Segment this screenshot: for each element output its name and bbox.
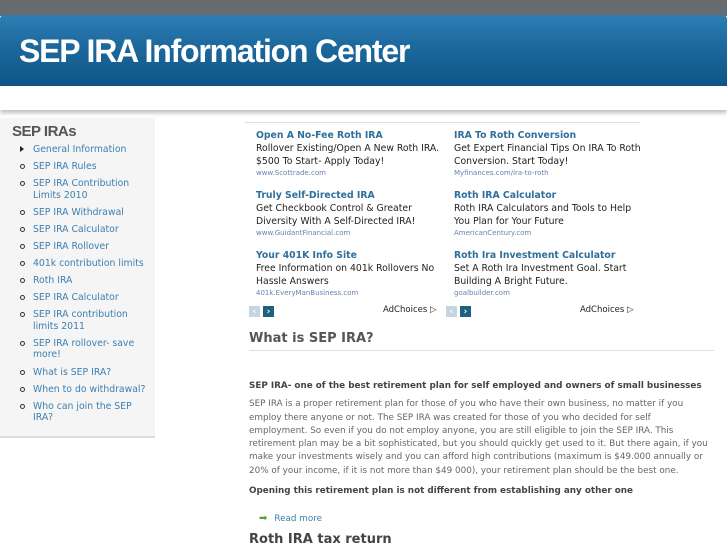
sidebar-item-label: SEP IRA Contribution Limits 2010 — [33, 178, 130, 201]
sidebar-item-label: 401k contribution limits — [33, 258, 144, 270]
ad-column-right: IRA To Roth Conversion Get Expert Financi… — [454, 129, 644, 309]
sidebar-item[interactable]: SEP IRA contribution limits 2011 — [19, 309, 153, 332]
ad-title[interactable]: Roth IRA Calculator — [454, 189, 644, 202]
adchoices-link[interactable]: AdChoices ▷ — [580, 305, 634, 315]
read-more-link[interactable]: ➡ Read more — [259, 513, 322, 524]
circle-bullet-icon — [20, 261, 25, 267]
sidebar-item[interactable]: SEP IRA Calculator — [19, 292, 153, 304]
ad-title[interactable]: Roth Ira Investment Calculator — [454, 249, 644, 262]
sidebar-list: General Information SEP IRA Rules SEP IRA … — [0, 144, 155, 424]
arrow-right-icon: ➡ — [259, 513, 268, 524]
ad-title[interactable]: Open A No-Fee Roth IRA — [256, 129, 446, 142]
sidebar-item[interactable]: SEP IRA Contribution Limits 2010 — [19, 178, 153, 201]
sidebar: SEP IRAs General Information SEP IRA Rule… — [0, 118, 155, 438]
adchoices-label: AdChoices — [580, 305, 625, 315]
ad-url[interactable]: www.Scottrade.com — [256, 168, 446, 178]
circle-bullet-icon — [20, 386, 25, 392]
ad-item: Roth IRA Calculator Roth IRA Calculators … — [454, 189, 644, 241]
sidebar-item[interactable]: SEP IRA Withdrawal — [19, 207, 153, 219]
ad-description: Rollover Existing/Open A New Roth IRA. $… — [256, 143, 440, 167]
sidebar-item-label: SEP IRA rollover- save more! — [33, 337, 135, 361]
circle-bullet-icon — [20, 243, 25, 249]
site-title[interactable]: SEP IRA Information Center — [19, 33, 410, 70]
triangle-bullet-icon — [20, 146, 24, 152]
header-band — [0, 86, 727, 110]
sidebar-item-label: Who can join the SEP IRA? — [33, 400, 132, 424]
ad-title[interactable]: Your 401K Info Site — [256, 249, 446, 262]
ad-url[interactable]: www.GuidantFinancial.com — [256, 228, 446, 238]
ad-description: Get Checkbook Control & Greater Diversit… — [256, 203, 416, 227]
ad-description: Free Information on 401k Rollovers No Ha… — [256, 263, 435, 287]
ad-item: Truly Self-Directed IRA Get Checkbook Con… — [256, 189, 446, 241]
ad-nav-right: ‹ › — [446, 306, 471, 317]
sidebar-item[interactable]: 401k contribution limits — [19, 258, 153, 270]
ad-divider — [245, 122, 640, 123]
sidebar-item[interactable]: SEP IRA Rollover — [19, 241, 153, 253]
sidebar-item[interactable]: Who can join the SEP IRA? — [19, 401, 153, 424]
ad-url[interactable]: goalbuilder.com — [454, 288, 644, 298]
circle-bullet-icon — [20, 181, 25, 187]
ad-item: IRA To Roth Conversion Get Expert Financi… — [454, 129, 644, 181]
adchoices-label: AdChoices — [383, 305, 428, 315]
article-bold-line: Opening this retirement plan is not diff… — [249, 486, 634, 497]
sidebar-item-label: General Information — [33, 144, 127, 155]
ad-description: Roth IRA Calculators and Tools to Help Y… — [454, 203, 632, 227]
ad-description: Set A Roth Ira Investment Goal. Start Bu… — [454, 263, 627, 287]
ad-prev-button[interactable]: ‹ — [446, 306, 457, 317]
sidebar-item-label: Roth IRA — [33, 275, 73, 287]
ad-description: Get Expert Financial Tips On IRA To Roth… — [454, 143, 641, 167]
adchoices-icon: ▷ — [429, 305, 437, 315]
ad-url[interactable]: Myfinances.com/ira-to-roth — [454, 168, 644, 178]
sidebar-item[interactable]: SEP IRA Rules — [19, 161, 153, 173]
ad-next-button[interactable]: › — [460, 306, 471, 317]
ad-next-button[interactable]: › — [263, 306, 274, 317]
sidebar-item-label: SEP IRA Rules — [33, 161, 97, 173]
sidebar-title: SEP IRAs — [12, 123, 77, 140]
sidebar-item-label: SEP IRA contribution limits 2011 — [33, 309, 128, 332]
adchoices-icon: ▷ — [626, 305, 634, 315]
ad-url[interactable]: AmericanCentury.com — [454, 228, 644, 238]
site-header: SEP IRA Information Center — [0, 15, 727, 86]
circle-bullet-icon — [20, 164, 25, 170]
sidebar-item-label: SEP IRA Calculator — [33, 223, 119, 235]
adchoices-link[interactable]: AdChoices ▷ — [383, 305, 437, 315]
sidebar-item[interactable]: What is SEP IRA? — [19, 367, 153, 379]
circle-bullet-icon — [20, 278, 25, 284]
ad-item: Your 401K Info Site Free Information on 4… — [256, 249, 446, 301]
sidebar-item-label: SEP IRA Rollover — [33, 240, 110, 252]
ad-prev-button[interactable]: ‹ — [249, 306, 260, 317]
circle-bullet-icon — [20, 312, 25, 318]
read-more-label: Read more — [274, 513, 323, 524]
ad-column-left: Open A No-Fee Roth IRA Rollover Existing/… — [256, 129, 446, 309]
ad-title[interactable]: Truly Self-Directed IRA — [256, 189, 446, 202]
circle-bullet-icon — [20, 209, 25, 215]
circle-bullet-icon — [20, 226, 25, 232]
ad-nav-left: ‹ › — [249, 306, 274, 317]
circle-bullet-icon — [20, 369, 25, 375]
sidebar-item[interactable]: General Information — [19, 144, 153, 156]
sidebar-item-label: SEP IRA Calculator — [33, 292, 119, 304]
ad-item: Open A No-Fee Roth IRA Rollover Existing/… — [256, 129, 446, 181]
sidebar-item[interactable]: Roth IRA — [19, 275, 153, 287]
circle-bullet-icon — [20, 340, 25, 346]
article-heading: What is SEP IRA? — [249, 331, 714, 351]
article-paragraph: SEP IRA is a proper retirement plan for … — [249, 399, 708, 476]
article-body: SEP IRA- one of the best retirement plan… — [249, 380, 709, 503]
article-subheading: SEP IRA- one of the best retirement plan… — [249, 381, 702, 391]
sidebar-item[interactable]: SEP IRA Calculator — [19, 224, 153, 236]
sidebar-item[interactable]: When to do withdrawal? — [19, 384, 153, 396]
circle-bullet-icon — [20, 403, 25, 409]
sidebar-item-label: What is SEP IRA? — [33, 366, 112, 378]
sidebar-item-label: SEP IRA Withdrawal — [33, 206, 124, 218]
ad-title[interactable]: IRA To Roth Conversion — [454, 129, 644, 142]
ad-url[interactable]: 401k.EveryManBusiness.com — [256, 288, 446, 298]
sidebar-item[interactable]: SEP IRA rollover- save more! — [19, 338, 153, 361]
ad-item: Roth Ira Investment Calculator Set A Roth… — [454, 249, 644, 301]
top-bar — [0, 0, 727, 16]
circle-bullet-icon — [20, 295, 25, 301]
sidebar-item-label: When to do withdrawal? — [33, 383, 146, 395]
